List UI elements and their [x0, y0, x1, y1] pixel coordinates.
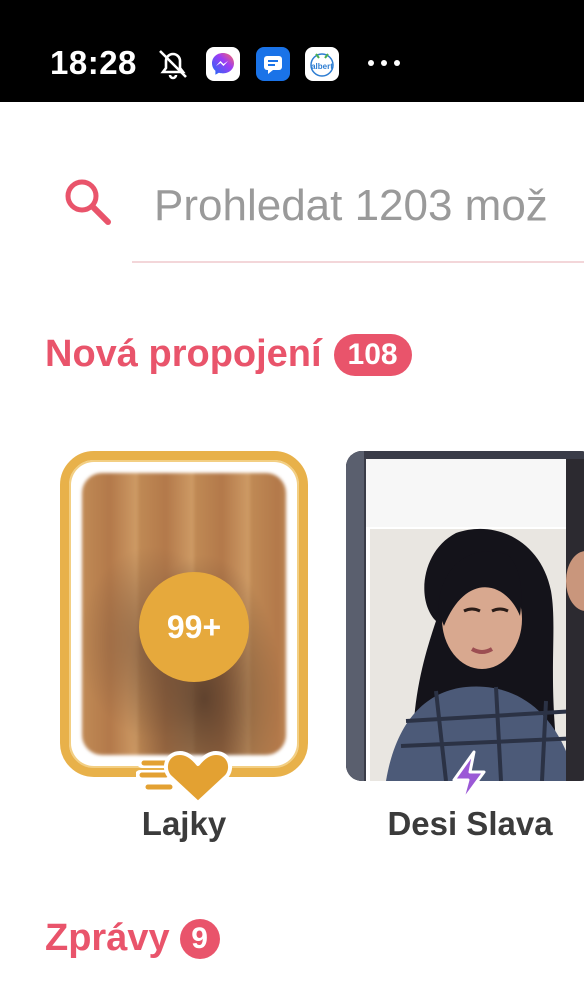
more-notifications-icon — [368, 60, 400, 66]
status-bar: 18:28 albert — [0, 0, 584, 102]
super-boost-icon — [452, 750, 486, 804]
new-matches-count-badge: 108 — [333, 333, 412, 376]
new-matches-heading: Nová propojení 108 — [45, 333, 412, 376]
search-icon[interactable] — [62, 176, 114, 228]
mute-icon — [159, 50, 187, 80]
likes-count-badge: 99+ — [139, 572, 249, 682]
clock: 18:28 — [50, 44, 137, 81]
messages-title: Zprávy — [45, 917, 170, 959]
match-card-desi-slava[interactable] — [346, 451, 584, 781]
search-bar — [0, 150, 584, 270]
likes-card[interactable]: 99+ — [60, 451, 308, 777]
match-name-label: Desi Slava — [387, 805, 553, 842]
messages-count-badge: 9 — [179, 918, 220, 959]
profile-photo — [346, 451, 584, 781]
messenger-icon — [206, 47, 240, 81]
new-matches-title: Nová propojení — [45, 333, 322, 375]
svg-text:albert: albert — [311, 62, 333, 71]
messages-icon — [256, 47, 290, 81]
messages-heading: Zprávy 9 — [45, 917, 220, 960]
search-input[interactable] — [132, 150, 584, 263]
albert-icon: albert — [305, 47, 339, 81]
likes-label: Lajky — [141, 805, 227, 842]
heart-speed-icon — [136, 751, 233, 805]
